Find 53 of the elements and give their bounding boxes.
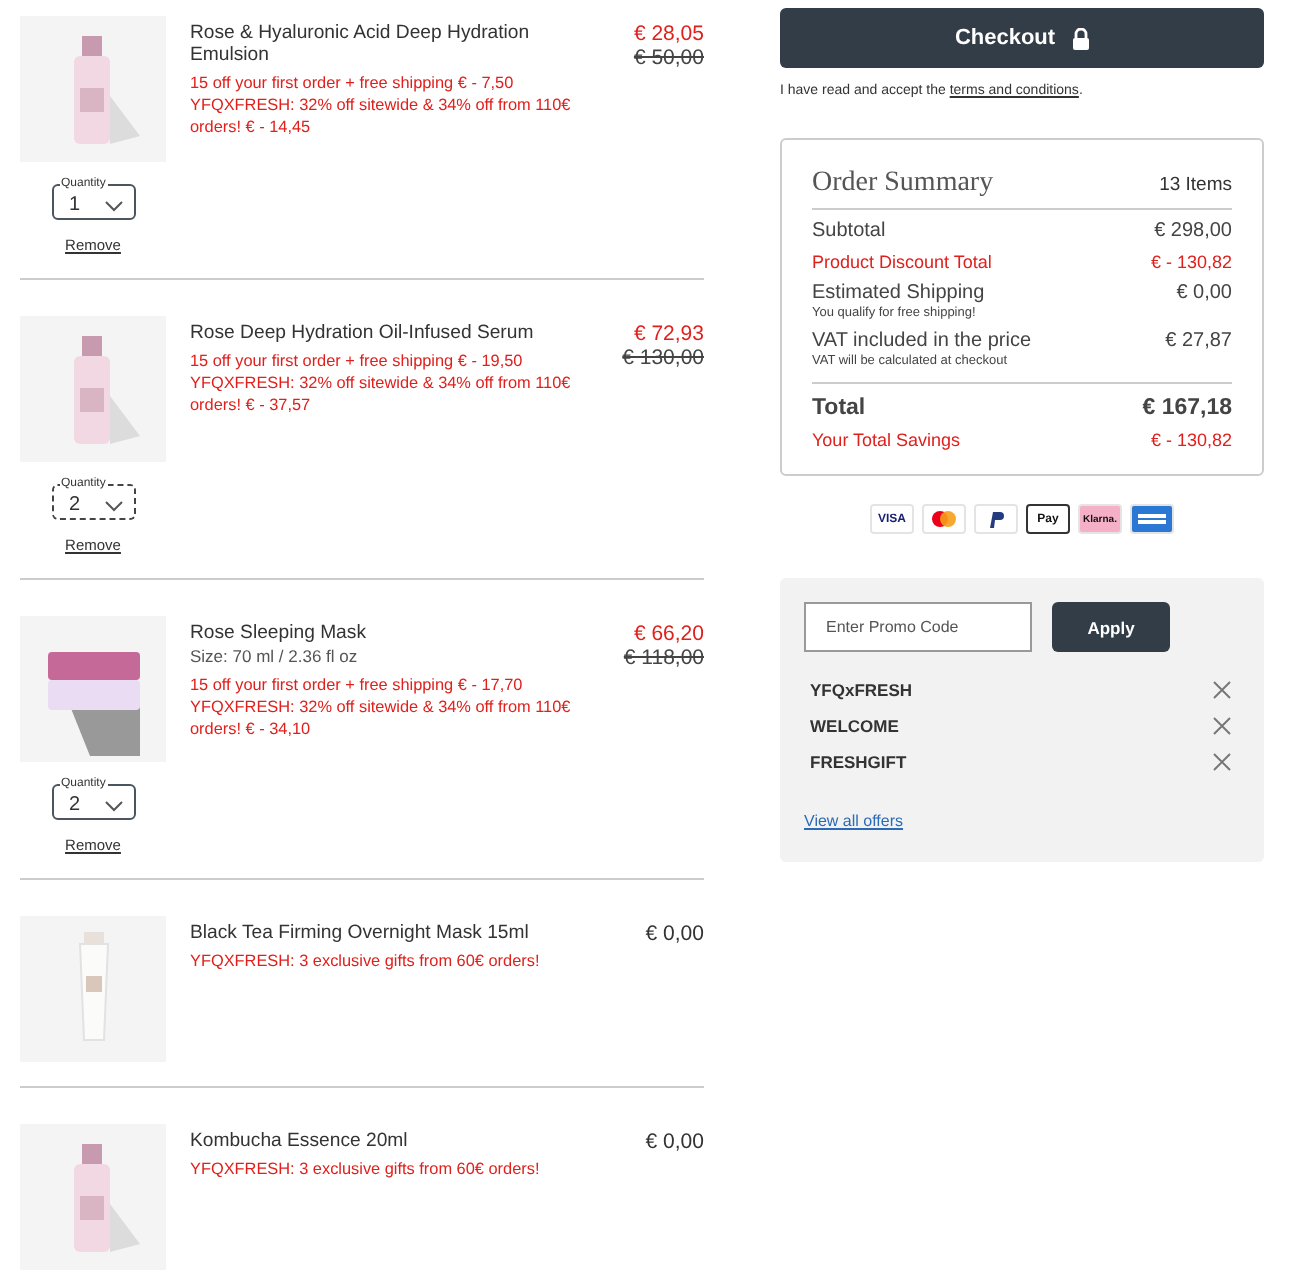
payment-logo bbox=[974, 504, 1018, 534]
lock-icon bbox=[1071, 27, 1090, 49]
original-price: € 118,00 bbox=[623, 646, 704, 670]
summary-title: Order Summary bbox=[812, 168, 994, 200]
promo-code: FRESHGIFT bbox=[810, 752, 907, 772]
summary-value: € - 130,82 bbox=[1150, 252, 1232, 272]
close-icon[interactable] bbox=[1212, 716, 1232, 736]
payment-logo bbox=[1130, 504, 1174, 534]
view-all-offers-link[interactable]: View all offers bbox=[804, 812, 904, 830]
promo-code: YFQxFRESH bbox=[810, 680, 913, 700]
product-name: Kombucha Essence 20ml bbox=[190, 1130, 410, 1152]
summary-value: € - 130,82 bbox=[1150, 430, 1232, 450]
offer-text: 15 off your first order + free shipping € - 17,70 bbox=[190, 674, 525, 696]
payment-logo bbox=[922, 504, 966, 534]
offer-text: YFQXFRESH: 3 exclusive gifts from 60€ orders! bbox=[190, 950, 542, 972]
chevron-down-icon bbox=[103, 799, 123, 811]
promo-code-field[interactable]: Enter Promo Code bbox=[804, 602, 1032, 652]
summary-label: Subtotal bbox=[812, 220, 886, 242]
summary-label: Estimated Shipping bbox=[812, 282, 985, 304]
original-price: € 50,00 bbox=[633, 46, 704, 70]
original-price: € 130,00 bbox=[622, 346, 704, 370]
checkout-button[interactable]: Checkout bbox=[780, 8, 1264, 68]
price: € 28,05 bbox=[633, 22, 704, 46]
product-name: Rose Sleeping Mask bbox=[190, 622, 368, 644]
offer-text: YFQXFRESH: 32% off sitewide & 34% off from 110€ orders! € - 34,10 bbox=[190, 696, 573, 740]
promo-code: WELCOME bbox=[810, 716, 899, 736]
offer-text: YFQXFRESH: 32% off sitewide & 34% off from 110€ orders! € - 14,45 bbox=[190, 94, 573, 138]
item-count: 13 Items bbox=[1159, 174, 1232, 196]
apply-button[interactable]: Apply bbox=[1052, 602, 1170, 652]
summary-label: Product Discount Total bbox=[812, 252, 992, 272]
summary-label: Total bbox=[812, 396, 866, 420]
product-name: Rose & Hyaluronic Acid Deep Hydration Emulsion bbox=[190, 22, 532, 66]
product-size: Size: 70 ml / 2.36 fl oz bbox=[190, 646, 360, 666]
close-icon[interactable] bbox=[1212, 752, 1232, 772]
summary-value: € 298,00 bbox=[1154, 220, 1232, 242]
chevron-down-icon bbox=[103, 199, 123, 211]
price: € 72,93 bbox=[633, 322, 704, 346]
offer-text: YFQXFRESH: 3 exclusive gifts from 60€ orders! bbox=[190, 1158, 542, 1180]
offer-text: 15 off your first order + free shipping € - 19,50 bbox=[190, 350, 525, 372]
offer-text: YFQXFRESH: 32% off sitewide & 34% off from 110€ orders! € - 37,57 bbox=[190, 372, 573, 416]
summary-label: VAT included in the price bbox=[812, 330, 1032, 352]
product-name: Black Tea Firming Overnight Mask 15ml bbox=[190, 922, 531, 944]
summary-value: € 27,87 bbox=[1165, 330, 1232, 356]
offer-text: 15 off your first order + free shipping € - 7,50 bbox=[190, 72, 516, 94]
summary-value: € 0,00 bbox=[1176, 282, 1232, 308]
summary-value: € 167,18 bbox=[1142, 396, 1232, 420]
close-icon[interactable] bbox=[1212, 680, 1232, 700]
price: € 0,00 bbox=[645, 1130, 704, 1154]
chevron-down-icon bbox=[103, 499, 123, 511]
price: € 66,20 bbox=[633, 622, 704, 646]
price: € 0,00 bbox=[645, 922, 704, 946]
summary-label: Your Total Savings bbox=[812, 430, 961, 450]
product-name: Rose Deep Hydration Oil-Infused Serum bbox=[190, 322, 536, 344]
